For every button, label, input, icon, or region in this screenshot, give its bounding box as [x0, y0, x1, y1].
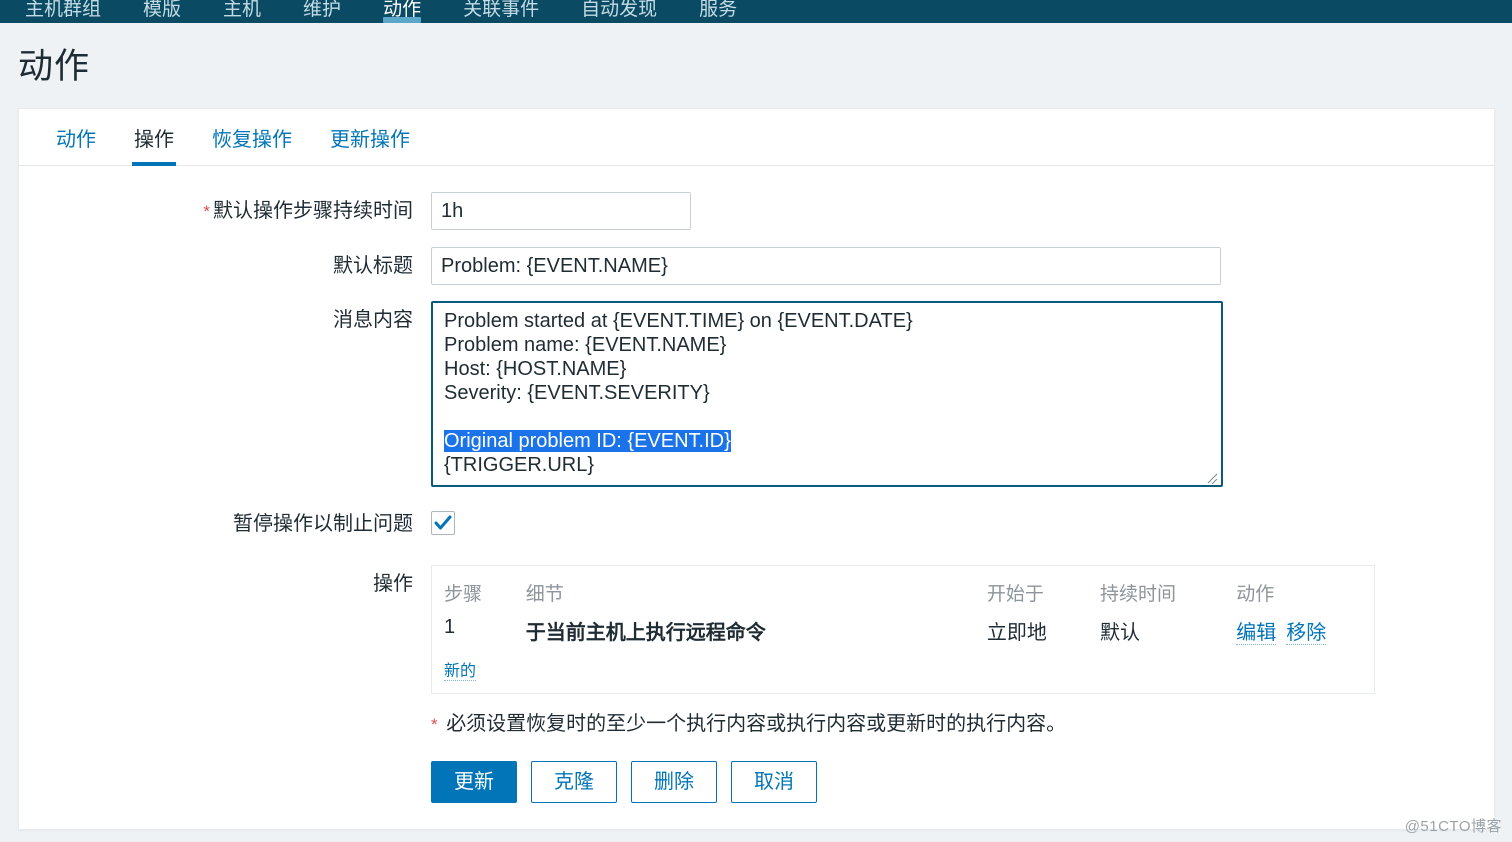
- nav-item-3[interactable]: 维护: [282, 0, 362, 23]
- operation-duration: 默认: [1100, 622, 1140, 644]
- tab-3[interactable]: 更新操作: [311, 109, 429, 165]
- default-subject-input[interactable]: [431, 247, 1221, 285]
- label-default-step-duration: * 默认操作步骤持续时间: [203, 200, 413, 222]
- checkmark-icon: [434, 515, 452, 530]
- field-row-note: * 必须设置恢复时的至少一个执行内容或执行内容或更新时的执行内容。: [19, 710, 1494, 739]
- nav-item-1[interactable]: 模版: [122, 0, 202, 23]
- nav-item-5[interactable]: 关联事件: [442, 0, 560, 23]
- page-title: 动作: [18, 47, 91, 86]
- operations-new-row: 新的: [444, 651, 1362, 681]
- operations-form: *默认操作步骤持续时间 默认标题 消息内容 Problem started at…: [19, 166, 1494, 803]
- nav-item-2[interactable]: 主机: [202, 0, 282, 23]
- operations-column-header-0: 步骤: [444, 584, 483, 605]
- nav-item-6[interactable]: 自动发现: [560, 0, 678, 23]
- operations-column-header-1: 细节: [525, 584, 564, 605]
- pause-suppressed-checkbox[interactable]: [431, 511, 455, 535]
- operation-detail: 于当前主机上执行远程命令: [525, 622, 766, 644]
- default-message-textarea[interactable]: Problem started at {EVENT.TIME} on {EVEN…: [431, 301, 1223, 487]
- operations-column-header-2: 开始于: [986, 584, 1044, 605]
- tab-0[interactable]: 动作: [37, 109, 115, 165]
- top-navigation-bar: 主机群组 模版 主机 维护 动作 关联事件 自动发现 服务: [0, 0, 1512, 23]
- label-operations: 操作: [373, 573, 413, 595]
- watermark: @51CTO博客: [1404, 818, 1502, 835]
- message-text-before-selection: Problem started at {EVENT.TIME} on {EVEN…: [444, 310, 913, 404]
- field-row-default-step-duration: * 默认操作步骤持续时间: [19, 192, 1494, 231]
- label-default-message: 消息内容: [333, 309, 413, 331]
- textarea-resize-handle-icon[interactable]: [1205, 469, 1220, 484]
- add-new-operation-link[interactable]: 新的: [444, 663, 477, 681]
- form-button-1[interactable]: 克隆: [531, 761, 617, 803]
- label-default-subject: 默认标题: [333, 255, 413, 277]
- tab-1[interactable]: 操作: [115, 109, 193, 166]
- form-button-row: 更新 克隆 删除 取消: [431, 761, 1494, 803]
- field-row-pause-suppressed: 暂停操作以制止问题: [19, 505, 1494, 543]
- message-selected-text: Original problem ID: {EVENT.ID}: [444, 430, 731, 452]
- message-text-after-selection: {TRIGGER.URL}: [444, 454, 595, 476]
- tab-2[interactable]: 恢复操作: [193, 109, 311, 165]
- operation-actions-cell: 编辑 移除: [1236, 614, 1362, 651]
- field-row-buttons: 更新 克隆 删除 取消: [19, 739, 1494, 803]
- form-button-0[interactable]: 更新: [431, 761, 517, 803]
- default-step-duration-input[interactable]: [431, 192, 691, 230]
- operation-step: 1: [444, 616, 456, 638]
- validation-note-text: 必须设置恢复时的至少一个执行内容或执行内容或更新时的执行内容。: [446, 713, 1067, 735]
- operation-start-in: 立即地: [986, 622, 1047, 644]
- field-row-default-message: 消息内容 Problem started at {EVENT.TIME} on …: [19, 301, 1494, 487]
- nav-item-0[interactable]: 主机群组: [4, 0, 122, 23]
- action-edit-card: 动作操作恢复操作更新操作 *默认操作步骤持续时间 默认标题 消息内容 Probl…: [18, 108, 1495, 830]
- required-marker-duration: *: [203, 202, 210, 221]
- operation-edit-link[interactable]: 编辑: [1236, 622, 1277, 645]
- operations-table: 步骤 细节 开始于 持续时间 动作 1 于当前主机上执行远程命令 立即地 默认 编辑 移除: [444, 576, 1362, 651]
- form-button-2[interactable]: 删除: [631, 761, 717, 803]
- nav-item-7[interactable]: 服务: [678, 0, 758, 23]
- operations-table-container: 步骤 细节 开始于 持续时间 动作 1 于当前主机上执行远程命令 立即地 默认 编辑 移除 新的: [431, 565, 1375, 694]
- nav-item-4[interactable]: 动作: [362, 0, 442, 23]
- operation-remove-link[interactable]: 移除: [1286, 622, 1327, 645]
- operations-column-header-3: 持续时间: [1100, 584, 1177, 605]
- operations-column-header-4: 动作: [1236, 584, 1275, 605]
- required-marker-note: *: [431, 715, 438, 734]
- operations-table-header-row: 步骤 细节 开始于 持续时间 动作: [444, 576, 1362, 614]
- tab-bar: 动作 操作 恢复操作 更新操作: [19, 109, 1494, 166]
- form-button-3[interactable]: 取消: [731, 761, 817, 803]
- label-pause-suppressed: 暂停操作以制止问题: [233, 513, 413, 535]
- validation-note: * 必须设置恢复时的至少一个执行内容或执行内容或更新时的执行内容。: [431, 710, 1494, 739]
- table-row: 1 于当前主机上执行远程命令 立即地 默认 编辑 移除: [444, 614, 1362, 651]
- field-row-default-subject: 默认标题: [19, 247, 1494, 285]
- field-row-operations: 操作 步骤 细节 开始于 持续时间 动作 1 于当前主机上执行远程命令 立即地 默认 编辑 移除 …: [19, 565, 1494, 694]
